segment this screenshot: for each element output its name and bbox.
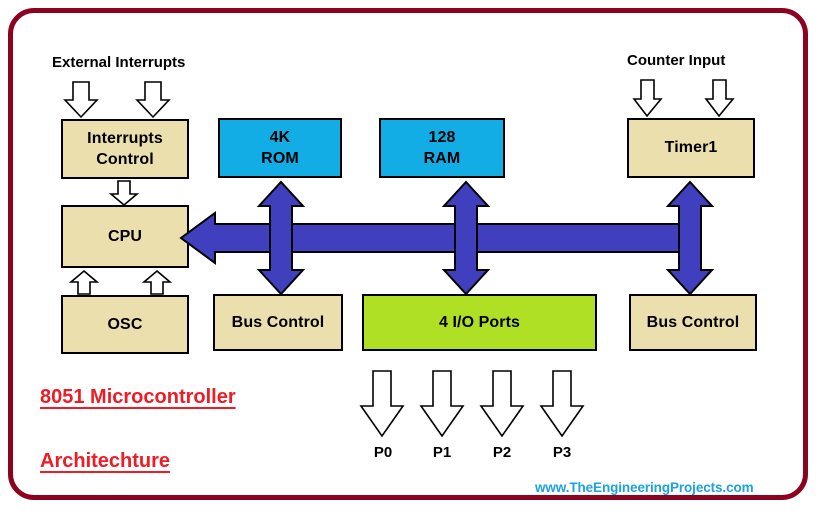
block-timer1[interactable]: Timer1	[627, 118, 755, 178]
block-interrupts-control-line-1: Interrupts	[87, 129, 163, 147]
block-cpu-label: CPU	[107, 227, 143, 245]
block-ram-line-2: RAM	[423, 150, 461, 167]
block-interrupts-control-line-2: Control	[96, 151, 154, 168]
page-title-line-2: Architechture	[40, 450, 171, 472]
block-bus-control-left[interactable]: Bus Control	[213, 294, 343, 351]
block-interrupts-control[interactable]: Interrupts Control	[61, 119, 189, 179]
block-rom[interactable]: 4K ROM	[218, 118, 342, 178]
page-title-line-1: 8051 Microcontroller	[40, 386, 236, 408]
site-url-link[interactable]: www.TheEngineeringProjects.com	[535, 480, 754, 495]
block-bus-control-right-label: Bus Control	[646, 313, 740, 331]
block-bus-control-left-label: Bus Control	[231, 313, 325, 331]
port-label-p2: P2	[492, 444, 512, 461]
block-rom-line-1: 4K	[269, 128, 291, 146]
block-ram[interactable]: 128 RAM	[379, 118, 505, 178]
diagram-canvas: External Interrupts Counter Input Interr…	[0, 0, 820, 512]
block-osc-label: OSC	[107, 315, 143, 333]
block-bus-control-right[interactable]: Bus Control	[629, 294, 757, 351]
block-cpu[interactable]: CPU	[61, 205, 189, 268]
block-rom-line-2: ROM	[261, 150, 299, 167]
block-ram-line-1: 128	[428, 128, 456, 146]
block-timer1-label: Timer1	[664, 139, 718, 157]
block-io-ports-label: 4 I/O Ports	[438, 313, 521, 331]
block-io-ports[interactable]: 4 I/O Ports	[362, 294, 597, 351]
caption-external-interrupts: External Interrupts	[52, 54, 186, 71]
port-label-p0: P0	[373, 444, 393, 461]
port-label-p1: P1	[432, 444, 452, 461]
caption-counter-input: Counter Input	[627, 52, 726, 69]
block-osc[interactable]: OSC	[61, 295, 189, 354]
port-label-p3: P3	[552, 444, 572, 461]
